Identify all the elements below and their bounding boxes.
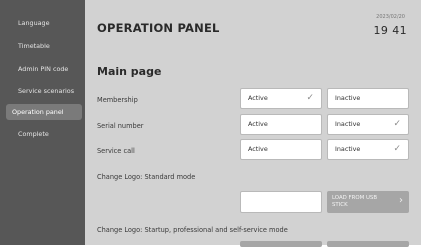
startup-logo-field[interactable] [240,241,322,247]
sidebar-item-complete[interactable]: Complete [4,126,78,142]
chevron-right-icon: › [399,195,403,206]
membership-active-option[interactable]: Active ✓ [240,88,322,109]
sidebar-item-language[interactable]: Language [4,15,78,31]
service-call-active-option[interactable]: Active [240,139,322,160]
check-icon: ✓ [393,119,401,129]
sidebar: Language Timetable Admin PIN code Servic… [0,0,85,245]
option-label: Active [248,94,268,102]
sidebar-item-timetable[interactable]: Timetable [4,38,78,54]
serial-number-label: Serial number [97,122,144,130]
sidebar-item-service-scenarios[interactable]: Service scenarios [4,83,78,99]
load-from-usb-button[interactable]: LOAD FROM USB STICK › [327,191,409,213]
sidebar-item-admin-pin-code[interactable]: Admin PIN code [4,61,78,77]
service-call-label: Service call [97,147,135,155]
check-icon: ✓ [306,93,314,103]
check-icon: ✓ [393,144,401,154]
option-label: Inactive [335,94,361,102]
change-logo-startup-label: Change Logo: Startup, professional and s… [97,226,288,234]
sidebar-item-operation-panel[interactable]: Operation panel [6,104,82,120]
serial-number-active-option[interactable]: Active [240,114,322,135]
membership-inactive-option[interactable]: Inactive [327,88,409,109]
serial-number-inactive-option[interactable]: Inactive ✓ [327,114,409,135]
main-panel: OPERATION PANEL 2023/02/20 19 41 Main pa… [85,0,421,247]
option-label: Active [248,120,268,128]
logo-file-field[interactable] [240,191,322,213]
page-title: OPERATION PANEL [97,21,220,35]
time-display: 19 41 [373,24,407,37]
startup-load-button[interactable] [327,241,409,247]
membership-label: Membership [97,96,138,104]
option-label: Active [248,145,268,153]
service-call-inactive-option[interactable]: Inactive ✓ [327,139,409,160]
option-label: Inactive [335,120,361,128]
option-label: Inactive [335,145,361,153]
load-button-label: LOAD FROM USB STICK [332,195,378,208]
change-logo-standard-label: Change Logo: Standard mode [97,173,196,181]
date-display: 2023/02/20 [376,14,405,20]
section-title-main-page: Main page [97,65,162,78]
